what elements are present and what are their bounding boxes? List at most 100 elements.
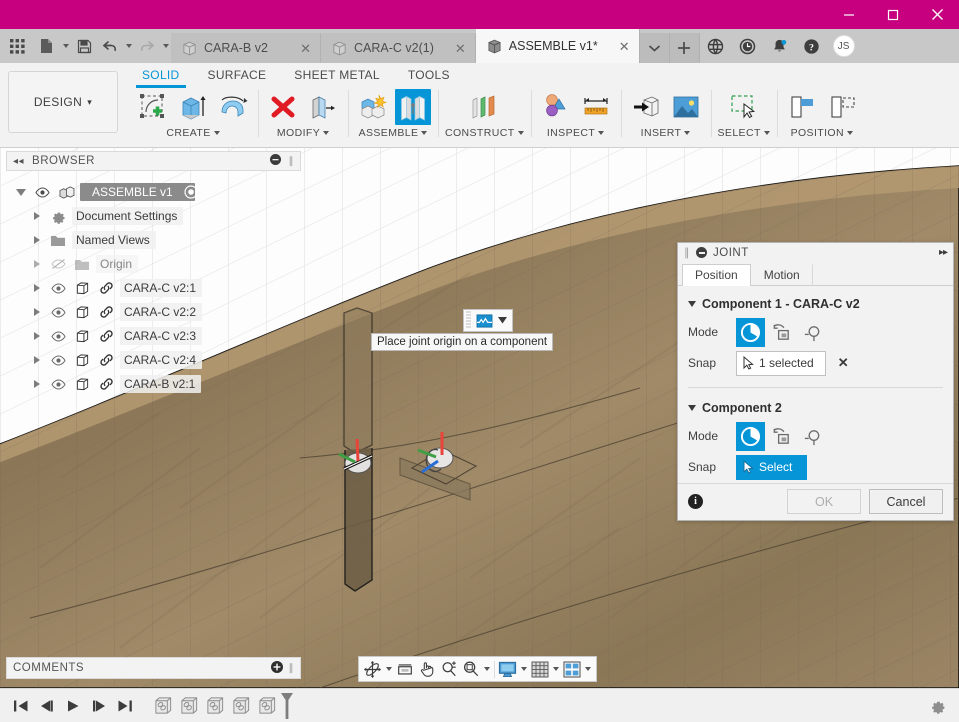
tree-item-cara-b-1[interactable]: CARA-B v2:1 xyxy=(30,372,260,396)
expand-arrow-icon[interactable] xyxy=(30,276,44,300)
joint-rigid-icon[interactable] xyxy=(736,317,765,347)
document-tab-cara-b[interactable]: CARA-B v2 ✕ xyxy=(171,33,321,63)
notifications-bell-icon[interactable] xyxy=(764,29,796,63)
tree-item-named-views[interactable]: Named Views xyxy=(30,228,260,252)
tree-item-cara-c-1[interactable]: CARA-C v2:1 xyxy=(30,276,260,300)
expand-arrow-icon[interactable] xyxy=(14,180,28,204)
ok-button[interactable]: OK xyxy=(787,489,861,515)
new-document-icon[interactable] xyxy=(34,29,60,63)
workspace-switcher[interactable]: DESIGN ▾ xyxy=(8,71,118,133)
press-pull-icon[interactable] xyxy=(305,89,341,125)
expand-arrow-icon[interactable] xyxy=(30,300,44,324)
align-left-icon[interactable] xyxy=(784,89,820,125)
redo-icon[interactable] xyxy=(134,29,160,63)
visibility-eye-icon[interactable] xyxy=(48,350,68,370)
tab-close-icon[interactable]: ✕ xyxy=(605,40,630,53)
timeline-feature-3[interactable] xyxy=(202,693,228,719)
new-document-caret-icon[interactable] xyxy=(60,29,71,63)
snap-face-icon[interactable] xyxy=(473,310,495,331)
extrude-icon[interactable] xyxy=(175,89,211,125)
close-button[interactable] xyxy=(915,0,959,29)
expand-arrow-icon[interactable] xyxy=(30,228,44,252)
component2-snap-select-button[interactable]: Select xyxy=(736,454,808,480)
expand-arrow-icon[interactable] xyxy=(30,348,44,372)
expand-arrow-icon[interactable] xyxy=(30,372,44,396)
joint-dialog-header[interactable]: ∥ JOINT ▸▸ xyxy=(678,243,953,263)
timeline-marker[interactable] xyxy=(280,692,294,719)
ribbon-group-label-construct[interactable]: CONSTRUCT xyxy=(445,127,524,139)
expand-arrow-icon[interactable] xyxy=(30,252,44,276)
ribbon-tab-sheet-metal[interactable]: SHEET METAL xyxy=(280,66,394,86)
revolve-icon[interactable] xyxy=(215,89,251,125)
visibility-eye-icon[interactable] xyxy=(48,374,68,394)
visibility-eye-icon[interactable] xyxy=(48,326,68,346)
joint-icon[interactable] xyxy=(395,89,431,125)
collapse-left-icon[interactable]: ◂◂ xyxy=(13,156,24,167)
tree-item-origin[interactable]: Origin xyxy=(30,252,260,276)
viewports-icon[interactable] xyxy=(561,657,583,681)
plus-circle-icon[interactable] xyxy=(270,660,283,676)
ribbon-group-label-create[interactable]: CREATE xyxy=(166,127,220,139)
joint-pivot-icon[interactable] xyxy=(798,318,827,347)
redo-caret-icon[interactable] xyxy=(160,29,171,63)
comments-panel-header[interactable]: COMMENTS ∥ xyxy=(6,657,301,679)
minus-circle-icon[interactable] xyxy=(696,247,707,259)
joint-copy-icon[interactable] xyxy=(767,422,796,451)
tree-item-document-settings[interactable]: Document Settings xyxy=(30,204,260,228)
tab-close-icon[interactable]: ✕ xyxy=(441,42,466,55)
delete-x-icon[interactable] xyxy=(265,89,301,125)
ribbon-group-label-modify[interactable]: MODIFY xyxy=(277,127,330,139)
minus-circle-icon[interactable] xyxy=(269,154,281,168)
component1-heading[interactable]: Component 1 - CARA-C v2 xyxy=(678,294,953,317)
component1-clear-selection-icon[interactable]: ✕ xyxy=(838,355,849,371)
ribbon-group-label-inspect[interactable]: INSPECT xyxy=(547,127,605,139)
document-tab-assemble[interactable]: ASSEMBLE v1* ✕ xyxy=(475,29,640,63)
align-right-icon[interactable] xyxy=(824,89,860,125)
display-settings-icon[interactable] xyxy=(497,657,519,681)
display-settings-caret-icon[interactable] xyxy=(519,657,529,681)
tree-item-cara-c-3[interactable]: CARA-C v2:3 xyxy=(30,324,260,348)
ribbon-group-label-select[interactable]: SELECT xyxy=(718,127,770,139)
cancel-button[interactable]: Cancel xyxy=(869,489,943,515)
new-component-icon[interactable] xyxy=(355,89,391,125)
panel-resize-handle[interactable]: ∥ xyxy=(289,663,295,674)
component2-heading[interactable]: Component 2 xyxy=(678,398,953,421)
component1-snap-selection[interactable]: 1 selected xyxy=(736,350,826,376)
joint-dialog[interactable]: ∥ JOINT ▸▸ Position Motion Component 1 -… xyxy=(677,242,954,521)
activate-radio-icon[interactable] xyxy=(181,182,201,202)
insert-derive-icon[interactable] xyxy=(628,89,664,125)
settings-gear-icon[interactable] xyxy=(925,693,951,719)
go-to-beginning-icon[interactable] xyxy=(8,693,34,719)
interference-icon[interactable] xyxy=(538,89,574,125)
globe-icon[interactable] xyxy=(700,29,732,63)
offset-plane-icon[interactable] xyxy=(466,89,502,125)
panel-resize-handle[interactable]: ∥ xyxy=(289,156,295,167)
timeline-feature-5[interactable] xyxy=(254,693,280,719)
ribbon-tab-tools[interactable]: TOOLS xyxy=(394,66,464,86)
visibility-eye-icon[interactable] xyxy=(48,278,68,298)
maximize-button[interactable] xyxy=(871,0,915,29)
tree-item-cara-c-2[interactable]: CARA-C v2:2 xyxy=(30,300,260,324)
ribbon-tab-solid[interactable]: SOLID xyxy=(128,66,194,88)
measure-icon[interactable] xyxy=(578,89,614,125)
canvas-mini-toolbar[interactable] xyxy=(463,309,513,332)
grid-snaps-icon[interactable] xyxy=(529,657,551,681)
expand-arrow-icon[interactable] xyxy=(30,204,44,228)
info-icon[interactable]: i xyxy=(688,494,703,510)
ribbon-group-label-insert[interactable]: INSERT xyxy=(641,127,691,139)
help-icon[interactable]: ? xyxy=(796,29,828,63)
timeline-feature-4[interactable] xyxy=(228,693,254,719)
user-avatar[interactable]: JS xyxy=(828,29,860,63)
chevron-down-icon[interactable] xyxy=(495,310,509,331)
minimize-button[interactable] xyxy=(827,0,871,29)
joint-pivot-icon[interactable] xyxy=(798,422,827,451)
add-tab-button[interactable] xyxy=(669,33,700,63)
timeline-feature-2[interactable] xyxy=(176,693,202,719)
tree-item-cara-c-4[interactable]: CARA-C v2:4 xyxy=(30,348,260,372)
tab-motion[interactable]: Motion xyxy=(751,263,813,286)
zoom-icon[interactable] xyxy=(438,657,460,681)
timeline-feature-1[interactable] xyxy=(150,693,176,719)
clock-icon[interactable] xyxy=(732,29,764,63)
undo-icon[interactable] xyxy=(97,29,123,63)
visibility-eye-icon[interactable] xyxy=(32,182,52,202)
